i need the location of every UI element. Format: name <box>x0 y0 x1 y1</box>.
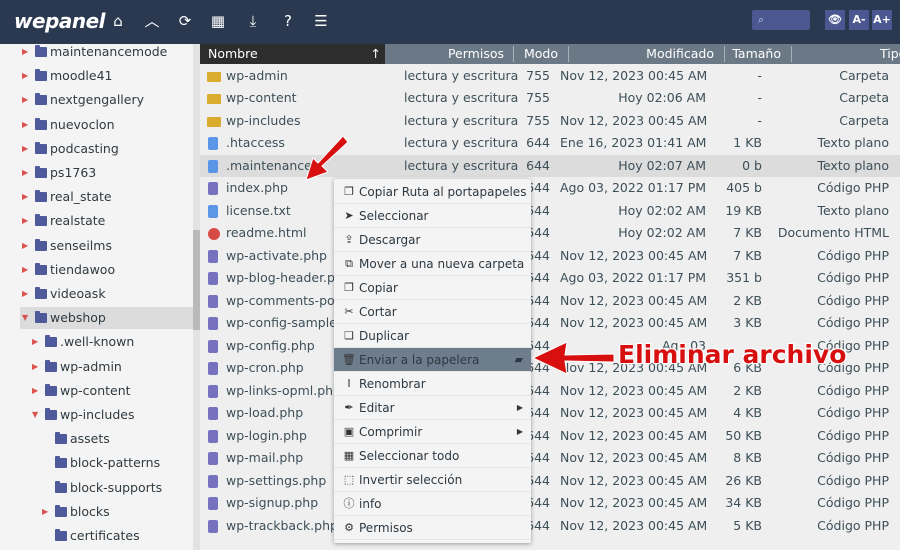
annotation-arrows <box>305 135 615 375</box>
annotation-label: Eliminar archivo <box>618 340 847 369</box>
red-arrow-to-maintenance <box>305 135 349 181</box>
red-arrow-to-trash <box>531 341 615 375</box>
